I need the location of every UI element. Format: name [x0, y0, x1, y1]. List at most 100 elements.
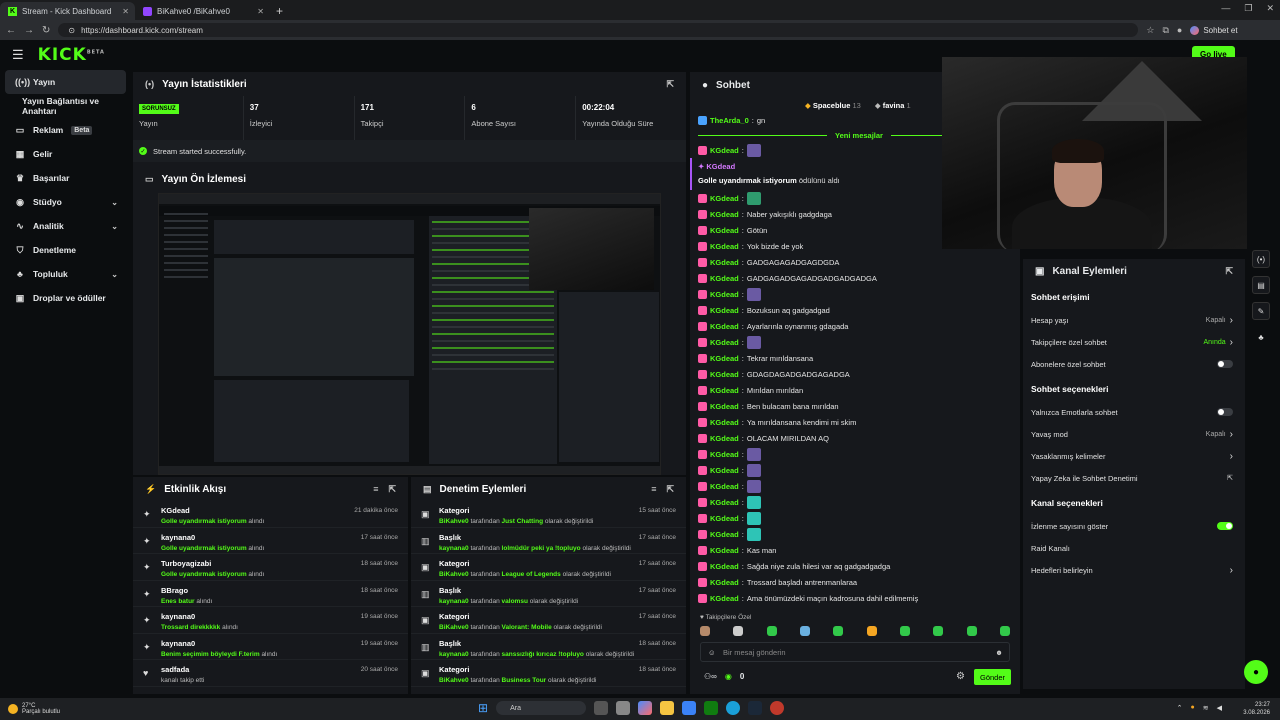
sidebar-item-topluluk[interactable]: ♣ Topluluk ⌄ — [0, 262, 130, 286]
sidebar-item-yayin[interactable]: ((•)) Yayın — [5, 70, 126, 94]
chat-username[interactable]: KGdead — [710, 578, 739, 587]
setting-row[interactable]: Hesap yaşı Kapalı › — [1023, 309, 1245, 331]
chat-username[interactable]: KGdead — [710, 290, 739, 299]
wifi-icon[interactable]: ≋ — [1203, 704, 1209, 712]
mod-user[interactable]: BiKahve0 — [439, 624, 469, 631]
popout-icon[interactable]: ⇱ — [1225, 266, 1233, 277]
feed-row[interactable]: ♥ sadfada kanalı takip etti 20 saat önce — [133, 660, 408, 687]
popout-icon[interactable]: ⇱ — [388, 484, 396, 495]
popout-icon[interactable]: ⇱ — [666, 484, 674, 495]
sidebar-item-droplar[interactable]: ▣ Droplar ve ödüller — [0, 286, 130, 310]
chat-username[interactable]: KGdead — [710, 562, 739, 571]
leader-item[interactable]: ◆ Spaceblue 13 — [805, 101, 861, 110]
emote-icon[interactable] — [899, 626, 910, 636]
users-icon[interactable]: ⚇∞ — [704, 672, 717, 681]
chat-username[interactable]: KGdead — [710, 498, 739, 507]
setting-control[interactable]: › — [1230, 565, 1233, 576]
store-icon[interactable] — [682, 701, 697, 715]
chat-username[interactable]: KGdead — [710, 242, 739, 251]
emote-icon[interactable] — [966, 626, 977, 636]
menu-icon[interactable]: ☰ — [12, 47, 24, 63]
chat-username[interactable]: KGdead — [710, 146, 739, 155]
mod-user[interactable]: BiKahve0 — [439, 518, 469, 525]
chat-username[interactable]: KGdead — [710, 530, 739, 539]
maximize-icon[interactable]: ❐ — [1244, 3, 1252, 14]
mic-icon[interactable]: ● — [1191, 704, 1195, 712]
emote-icon[interactable] — [866, 626, 877, 636]
chat-username[interactable]: KGdead — [710, 450, 739, 459]
emote-icon[interactable] — [766, 626, 777, 636]
extensions-icon[interactable]: ⧉ — [1162, 25, 1168, 36]
emote-icon[interactable] — [833, 626, 844, 636]
setting-row[interactable]: Yavaş mod Kapalı › — [1023, 423, 1245, 445]
sidebar-item-denetleme[interactable]: ⛉ Denetleme — [0, 238, 130, 262]
toggle-switch[interactable] — [1217, 522, 1233, 530]
toggle-switch[interactable] — [1217, 408, 1233, 416]
setting-control[interactable]: Kapalı › — [1206, 429, 1233, 440]
emote-icon[interactable] — [733, 626, 744, 636]
sidebar-item-basarilar[interactable]: ♛ Başarılar — [0, 166, 130, 190]
emote-icon[interactable] — [933, 626, 944, 636]
wrench-icon[interactable]: ✎ — [1252, 302, 1270, 320]
setting-row[interactable]: Takipçilere özel sohbet Anında › — [1023, 331, 1245, 353]
steam-icon[interactable] — [748, 701, 763, 715]
star-icon[interactable]: ☆ — [1146, 25, 1154, 36]
close-tab-icon[interactable]: ✕ — [122, 7, 129, 16]
feed-username[interactable]: kaynana0 — [161, 639, 277, 648]
feed-row[interactable]: ✦ kaynana0 Trossard direkkkkk alındı 19 saa… — [133, 607, 408, 634]
mod-user[interactable]: kaynana0 — [439, 545, 469, 552]
sidebar-item-studyo[interactable]: ◉ Stüdyo ⌄ — [0, 190, 130, 214]
feed-row[interactable]: ✦ BBrago Enes batur alındı 18 saat önce — [133, 581, 408, 607]
chat-username[interactable]: KGdead — [710, 306, 739, 315]
feed-row[interactable]: ✦ KGdead Golle uyandırmak istiyorum alındı… — [133, 501, 408, 528]
new-tab-icon[interactable]: + — [270, 2, 289, 20]
feed-username[interactable]: Turboyagizabi — [161, 559, 264, 568]
chat-username[interactable]: KGdead — [710, 402, 739, 411]
weather-widget[interactable]: 27°C Parçalı bulutlu — [0, 703, 60, 715]
reload-icon[interactable]: ↻ — [42, 25, 50, 36]
taskbar-search[interactable]: Ara — [496, 701, 587, 715]
volume-icon[interactable]: ◀ — [1217, 704, 1222, 712]
url-field[interactable]: ⊙ https://dashboard.kick.com/stream — [58, 23, 1139, 37]
feed-username[interactable]: BBrago — [161, 586, 212, 595]
setting-control[interactable]: ⇱ — [1227, 474, 1233, 482]
chat-username[interactable]: KGdead — [710, 434, 739, 443]
emote-picker-icon[interactable]: ☻ — [995, 648, 1003, 657]
setting-control[interactable] — [1217, 360, 1233, 368]
feed-row[interactable]: ✦ kaynana0 Golle uyandırmak istiyorum alın… — [133, 528, 408, 554]
popout-icon[interactable]: ⇱ — [666, 79, 674, 90]
chat-username[interactable]: KGdead — [710, 370, 739, 379]
chat-username[interactable]: KGdead — [710, 482, 739, 491]
copilot-icon[interactable] — [638, 701, 653, 715]
sidebar-item-analitik[interactable]: ∿ Analitik ⌄ — [0, 214, 130, 238]
emote-icon[interactable] — [999, 626, 1010, 636]
feed-username[interactable]: kaynana0 — [161, 612, 238, 621]
chat-username[interactable]: KGdead — [710, 546, 739, 555]
mod-user[interactable]: BiKahve0 — [439, 677, 469, 684]
community-icon[interactable]: ♣ — [1252, 328, 1270, 346]
mod-user[interactable]: BiKahve0 — [439, 571, 469, 578]
app-icon[interactable] — [594, 701, 609, 715]
chat-username[interactable]: KGdead — [710, 258, 739, 267]
setting-row[interactable]: Abonelere özel sohbet — [1023, 353, 1245, 375]
setting-control[interactable]: › — [1230, 451, 1233, 462]
setting-row[interactable]: Yapay Zeka ile Sohbet Denetimi ⇱ — [1023, 467, 1245, 489]
chat-username[interactable]: KGdead — [710, 338, 739, 347]
mod-user[interactable]: kaynana0 — [439, 598, 469, 605]
feed-username[interactable]: KGdead — [161, 506, 264, 515]
copilot-chat-button[interactable]: Sohbet et — [1190, 25, 1238, 35]
feed-row[interactable]: ✦ kaynana0 Benim seçimim böyleydi F.terim … — [133, 634, 408, 660]
chat-input[interactable]: ☺ Bir mesaj gönderin ☻ — [700, 642, 1010, 662]
broadcast-icon[interactable]: (•) — [1252, 250, 1270, 268]
tab-bikahve[interactable]: BiKahve0 /BiKahve0 ✕ — [135, 2, 270, 20]
chat-username[interactable]: KGdead — [710, 594, 739, 603]
leader-item[interactable]: ◆ favina 1 — [875, 101, 911, 110]
windows-start-icon[interactable]: ⊞ — [478, 701, 488, 715]
chat-username[interactable]: KGdead — [710, 322, 739, 331]
chat-username[interactable]: KGdead — [710, 466, 739, 475]
filter-icon[interactable]: ≡ — [373, 484, 378, 495]
chat-username[interactable]: KGdead — [710, 274, 739, 283]
sidebar-item-stream-key[interactable]: Yayın Bağlantısı ve Anahtarı — [0, 94, 130, 118]
setting-control[interactable]: Kapalı › — [1206, 315, 1233, 326]
app-icon[interactable] — [770, 701, 785, 715]
